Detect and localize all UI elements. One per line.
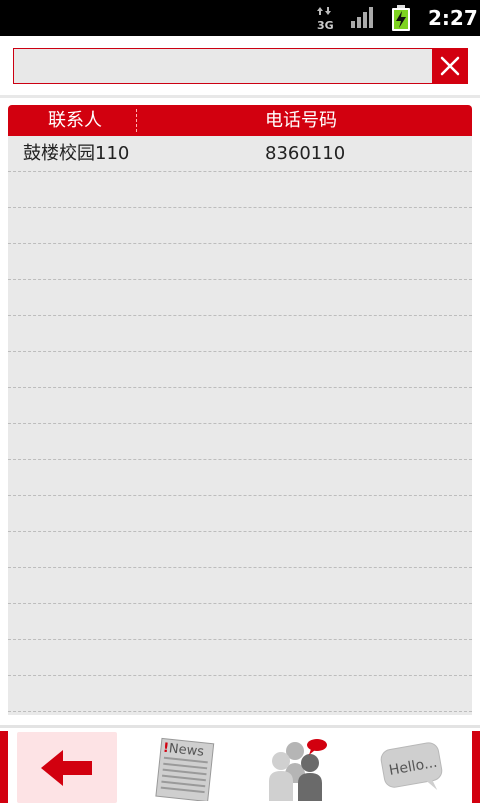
table-body: 鼓楼校园110 8360110 — [8, 136, 472, 712]
table-row[interactable]: 鼓楼校园110 8360110 — [8, 136, 472, 172]
empty-row — [8, 388, 472, 424]
empty-row — [8, 316, 472, 352]
empty-row — [8, 676, 472, 712]
column-header-phone: 电话号码 — [265, 110, 337, 131]
empty-row — [8, 496, 472, 532]
nav-hello[interactable]: Hello... — [372, 732, 452, 803]
back-button[interactable] — [17, 732, 117, 803]
nav-news[interactable]: ! News — [140, 732, 230, 803]
column-header-contact: 联系人 — [48, 110, 102, 131]
empty-row — [8, 172, 472, 208]
clock: 2:27 — [428, 6, 478, 30]
bottom-nav: ! News Hello... — [0, 725, 480, 803]
clear-search-button[interactable] — [432, 48, 468, 84]
news-icon: ! News — [149, 735, 221, 801]
empty-row — [8, 460, 472, 496]
empty-row — [8, 352, 472, 388]
battery-charging-icon — [390, 0, 412, 36]
contacts-table: 联系人 电话号码 鼓楼校园110 8360110 — [8, 105, 472, 715]
column-divider — [136, 109, 137, 132]
empty-row — [8, 568, 472, 604]
table-header: 联系人 电话号码 — [8, 105, 472, 136]
nav-edge-left — [0, 731, 8, 803]
empty-row — [8, 424, 472, 460]
network-3g-icon: 3G — [316, 0, 336, 36]
close-icon — [439, 55, 461, 77]
search-input[interactable] — [13, 48, 433, 84]
empty-row — [8, 640, 472, 676]
contact-name: 鼓楼校园110 — [23, 143, 130, 164]
people-icon — [265, 735, 331, 801]
nav-edge-right — [472, 731, 480, 803]
hello-speech-bubble-icon: Hello... — [377, 738, 447, 798]
search-bar — [0, 36, 480, 98]
signal-strength-icon — [350, 0, 376, 36]
empty-row — [8, 280, 472, 316]
empty-row — [8, 244, 472, 280]
network-label: 3G — [317, 19, 334, 30]
status-bar: 3G 2:27 — [0, 0, 480, 36]
back-arrow-icon — [39, 748, 95, 788]
nav-contacts[interactable] — [258, 732, 338, 803]
empty-row — [8, 604, 472, 640]
empty-row — [8, 208, 472, 244]
contact-phone: 8360110 — [265, 143, 346, 164]
empty-row — [8, 532, 472, 568]
